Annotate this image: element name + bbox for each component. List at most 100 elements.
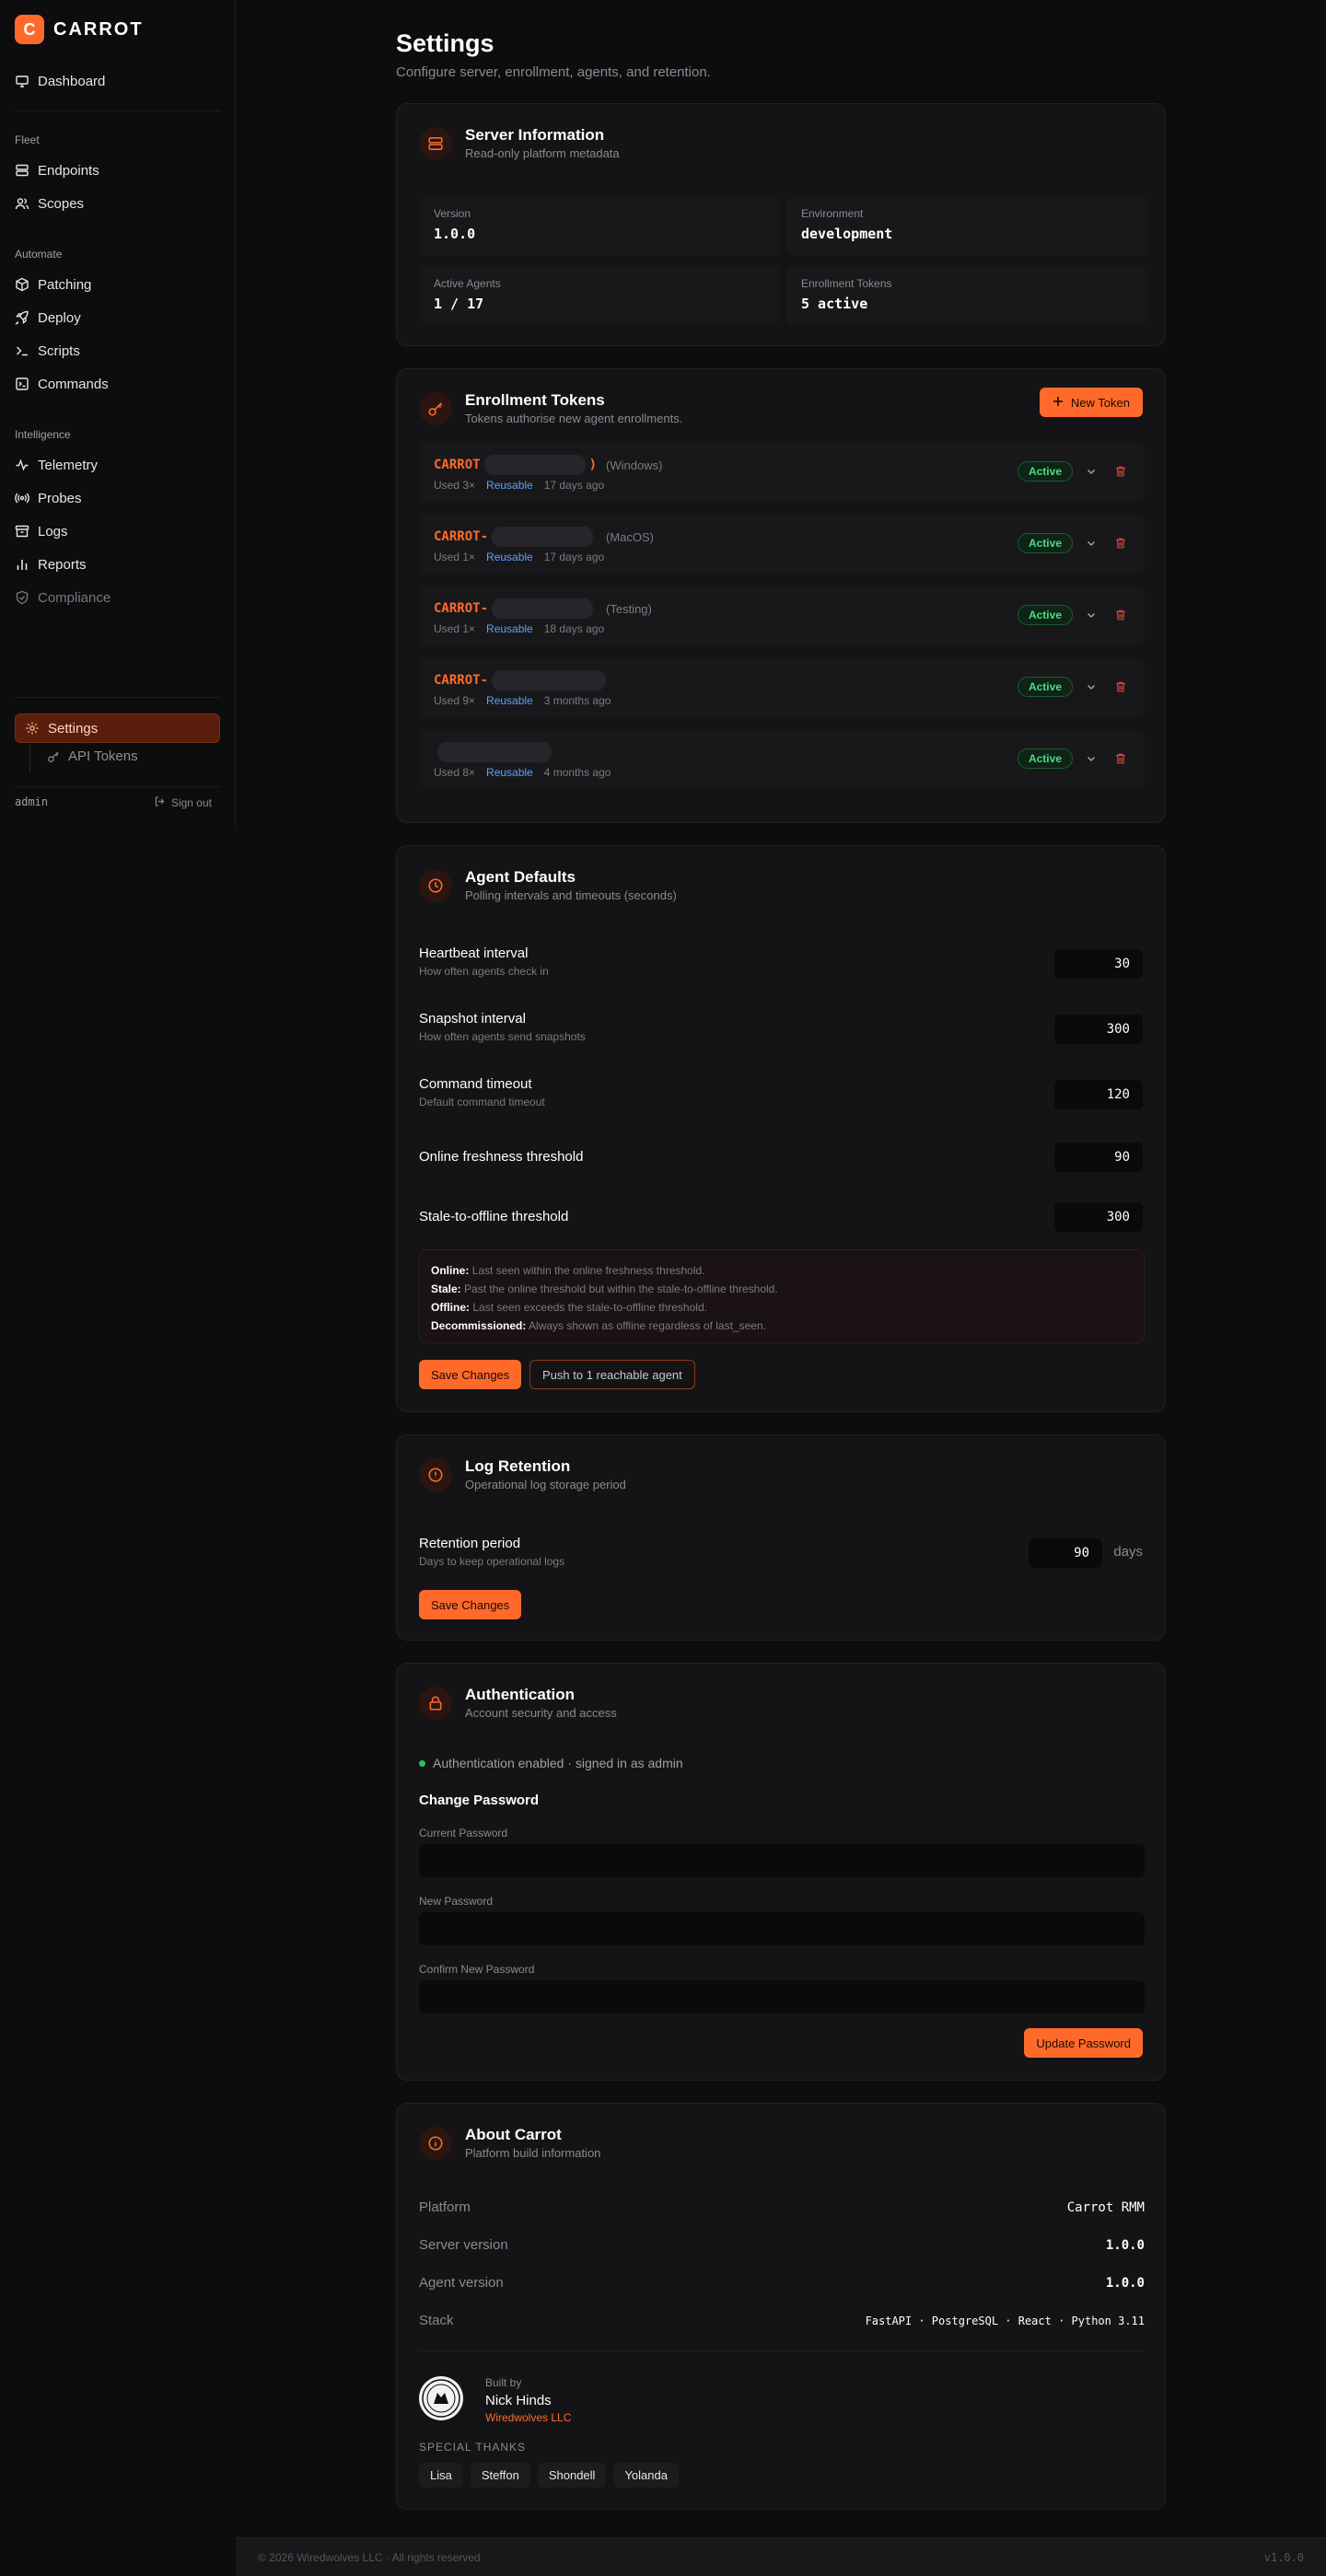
trash-icon[interactable] — [1113, 748, 1128, 769]
package-icon — [15, 277, 29, 292]
chevron-down-icon[interactable] — [1084, 748, 1099, 769]
sidebar-item-label: Endpoints — [38, 162, 99, 179]
sidebar-item-label: Scopes — [38, 195, 85, 212]
sidebar-item-telemetry[interactable]: Telemetry — [15, 454, 98, 476]
brand-logo[interactable]: C CARROT — [15, 15, 144, 44]
stale-input[interactable]: 300 — [1054, 1202, 1143, 1232]
save-retention-button[interactable]: Save Changes — [419, 1590, 522, 1619]
redacted-token — [437, 742, 552, 762]
setting-label: Online freshness threshold — [419, 1149, 584, 1165]
stale-setting: Stale-to-offline threshold — [419, 1209, 568, 1224]
sidebar-item-scopes[interactable]: Scopes — [15, 192, 84, 215]
key-icon — [46, 749, 61, 764]
command-timeout-setting: Command timeout Default command timeout — [419, 1076, 545, 1108]
sidebar-item-scripts[interactable]: Scripts — [15, 340, 80, 362]
chevron-down-icon[interactable] — [1084, 605, 1099, 625]
shield-check-icon — [15, 590, 29, 605]
about-key: Platform — [419, 2199, 471, 2215]
setting-label: Stale-to-offline threshold — [419, 1209, 569, 1224]
token-usage: Used 3× — [434, 479, 476, 492]
sidebar-item-dashboard[interactable]: Dashboard — [15, 70, 105, 92]
auth-status: Authentication enabled · signed in as ad… — [419, 1756, 683, 1770]
trash-icon[interactable] — [1113, 461, 1128, 482]
command-box-icon — [15, 377, 29, 391]
sidebar-item-compliance[interactable]: Compliance — [15, 586, 110, 609]
trash-icon[interactable] — [1113, 533, 1128, 553]
company-link[interactable]: Wiredwolves LLC — [485, 2411, 571, 2424]
chevron-down-icon[interactable] — [1084, 461, 1099, 482]
new-password-field[interactable] — [419, 1912, 1145, 1945]
chevron-down-icon[interactable] — [1084, 533, 1099, 553]
about-value: 1.0.0 — [1105, 2275, 1145, 2291]
thanks-chip: Shondell — [537, 2463, 607, 2488]
sidebar-divider — [15, 110, 221, 111]
token-name — [434, 742, 564, 762]
server-icon — [419, 126, 452, 160]
token-name: CARROT- (Testing) — [434, 598, 652, 619]
trash-icon[interactable] — [1113, 677, 1128, 697]
card-title: About Carrot — [465, 2126, 562, 2143]
token-usage: Used 9× — [434, 694, 476, 707]
token-row[interactable]: CARROT- (Testing) Used 1× Reusable 18 days a… — [419, 586, 1145, 645]
sidebar-item-api-tokens[interactable]: API Tokens — [46, 748, 138, 764]
server-info-card: Server Information Read-only platform me… — [396, 103, 1166, 346]
sidebar-item-patching[interactable]: Patching — [15, 273, 91, 296]
token-meta: Used 9× Reusable 3 months ago — [434, 694, 611, 707]
token-name: CARROT- — [434, 670, 619, 690]
sidebar-item-settings[interactable]: Settings — [15, 714, 220, 743]
info-label: Version — [434, 207, 471, 220]
token-row[interactable]: CARROT- Used 9× Reusable 3 months ago Active — [419, 658, 1145, 717]
token-prefix: CARROT — [434, 458, 481, 472]
sidebar-item-logs[interactable]: Logs — [15, 520, 68, 542]
redacted-token — [492, 670, 607, 690]
sidebar-item-reports[interactable]: Reports — [15, 553, 87, 575]
freshness-input[interactable]: 90 — [1054, 1143, 1143, 1172]
token-row[interactable]: CARROT- (MacOS) Used 1× Reusable 17 days ago… — [419, 515, 1145, 574]
update-password-button[interactable]: Update Password — [1024, 2028, 1143, 2058]
page-footer: © 2026 Wiredwolves LLC · All rights rese… — [236, 2537, 1326, 2576]
environment-box: Environment development — [786, 196, 1147, 255]
users-icon — [15, 196, 29, 211]
about-key: Server version — [419, 2237, 508, 2253]
signout-button[interactable]: Sign out — [154, 795, 212, 810]
sidebar-item-endpoints[interactable]: Endpoints — [15, 159, 99, 181]
token-prefix: CARROT- — [434, 601, 489, 616]
save-agent-defaults-button[interactable]: Save Changes — [419, 1360, 522, 1389]
sidebar-item-deploy[interactable]: Deploy — [15, 307, 81, 329]
card-title: Agent Defaults — [465, 868, 576, 886]
sidebar-item-probes[interactable]: Probes — [15, 487, 82, 509]
about-row-platform: Platform Carrot RMM — [419, 2199, 1145, 2215]
about-row-stack: Stack FastAPI · PostgreSQL · React · Pyt… — [419, 2313, 1145, 2328]
footer-version: v1.0.0 — [1263, 2551, 1304, 2564]
heartbeat-input[interactable]: 30 — [1054, 949, 1143, 979]
current-password-field[interactable] — [419, 1844, 1145, 1877]
snapshot-input[interactable]: 300 — [1054, 1015, 1143, 1044]
card-subtitle: Platform build information — [465, 2146, 601, 2160]
status-badge: Active — [1017, 677, 1073, 697]
token-meta: Used 3× Reusable 17 days ago — [434, 479, 604, 492]
token-meta: Used 8× Reusable 4 months ago — [434, 766, 611, 779]
trash-icon[interactable] — [1113, 605, 1128, 625]
thanks-chip: Lisa — [419, 2463, 463, 2488]
nav-section-intelligence: Intelligence — [15, 428, 71, 441]
push-to-agents-button[interactable]: Push to 1 reachable agent — [529, 1360, 695, 1389]
author-info: Built by Nick Hinds Wiredwolves LLC — [485, 2376, 571, 2424]
token-row[interactable]: CARROT) (Windows) Used 3× Reusable 17 days a… — [419, 443, 1145, 502]
snapshot-setting: Snapshot interval How often agents send … — [419, 1011, 586, 1043]
token-usage: Used 1× — [434, 551, 476, 563]
sidebar-item-commands[interactable]: Commands — [15, 373, 109, 395]
confirm-password-field[interactable] — [419, 1980, 1145, 2013]
thanks-chip: Steffon — [470, 2463, 530, 2488]
about-key: Stack — [419, 2313, 454, 2328]
rocket-icon — [15, 310, 29, 325]
plus-icon — [1053, 396, 1064, 410]
setting-label: Retention period — [419, 1536, 521, 1551]
token-prefix: CARROT- — [434, 529, 489, 544]
chevron-down-icon[interactable] — [1084, 677, 1099, 697]
token-row[interactable]: Used 8× Reusable 4 months ago Active — [419, 730, 1145, 789]
about-key: Agent version — [419, 2275, 504, 2291]
command-timeout-input[interactable]: 120 — [1054, 1080, 1143, 1109]
new-token-button[interactable]: New Token — [1039, 388, 1143, 417]
legend-online: Online: Last seen within the online fres… — [431, 1264, 705, 1277]
retention-input[interactable]: 90 — [1029, 1538, 1102, 1568]
